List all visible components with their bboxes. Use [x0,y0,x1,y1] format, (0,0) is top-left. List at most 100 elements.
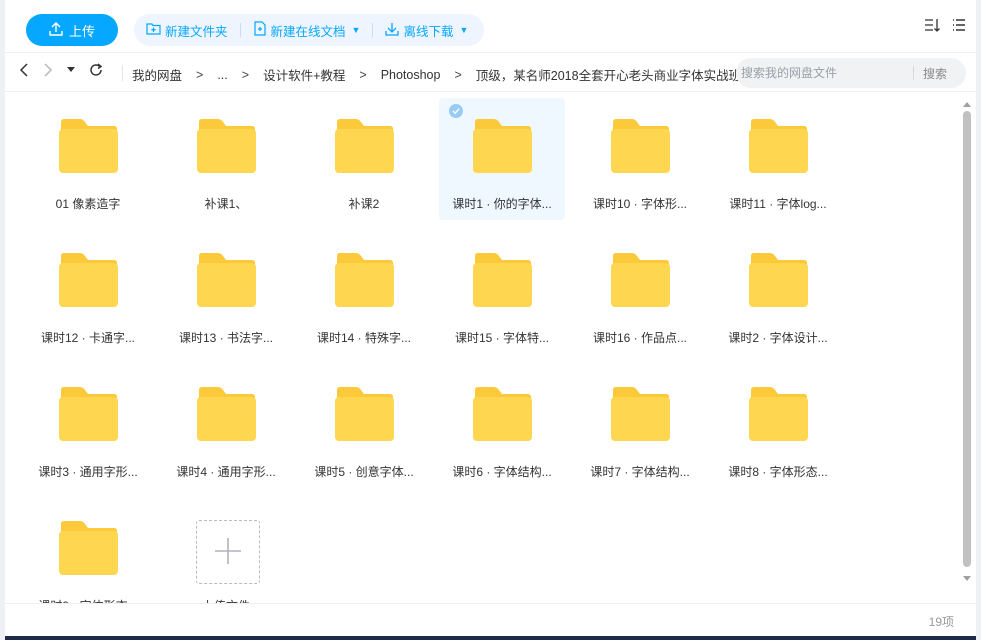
checkmark-icon[interactable] [449,104,463,118]
folder-item[interactable]: 课时14 · 特殊字... [301,232,427,354]
folder-icon [610,118,670,174]
plus-icon [214,537,242,568]
breadcrumb-item[interactable]: Photoshop [381,68,441,82]
folder-name: 课时10 · 字体形... [592,197,687,211]
folder-item[interactable]: 课时7 · 字体结构... [577,366,703,488]
search-box: 搜索 [736,58,966,88]
folder-name: 课时6 · 字体结构... [452,465,552,479]
nav-divider [122,65,123,81]
folder-item[interactable]: 补课1、 [163,98,289,220]
toolbar: 上传 新建文件夹 新建在线文档 ▼ 离线下载 ▼ [5,0,976,56]
folder-name: 课时4 · 通用字形... [176,465,276,479]
folder-icon [610,252,670,308]
search-button[interactable]: 搜索 [923,65,947,82]
new-folder-button[interactable]: 新建文件夹 [146,21,228,40]
folder-item[interactable]: 课时10 · 字体形... [577,98,703,220]
folder-item[interactable]: 01 像素造字 [25,98,151,220]
folder-icon [472,252,532,308]
breadcrumb: 我的网盘 > ... > 设计软件+教程 > Photoshop > 顶级，某名… [132,65,776,84]
folder-icon [748,252,808,308]
item-count: 19项 [928,615,954,629]
scroll-down-icon[interactable] [963,571,971,585]
view-controls [924,18,966,32]
toolbar-actions: 新建文件夹 新建在线文档 ▼ 离线下载 ▼ [134,14,484,46]
breadcrumb-separator: > [241,67,250,82]
file-grid-area: 01 像素造字 补课1、 补课2 课时1 · 你的字体... 课时10 · 字体形...… [5,93,960,603]
caret-down-icon: ▼ [459,25,469,35]
status-bar: 19项 [5,603,976,636]
caret-down-icon: ▼ [351,25,361,35]
folder-icon [58,118,118,174]
folder-name: 课时5 · 创意字体... [314,465,414,479]
folder-item[interactable]: 课时11 · 字体log... [715,98,841,220]
sort-icon[interactable] [924,18,940,32]
breadcrumb-item[interactable]: 我的网盘 [132,65,182,84]
folder-item[interactable]: 课时13 · 书法字... [163,232,289,354]
folder-icon [748,118,808,174]
folder-name: 课时14 · 特殊字... [316,331,411,345]
breadcrumb-separator: > [454,67,462,82]
new-folder-label: 新建文件夹 [165,24,228,39]
folder-name: 课时16 · 作品点... [592,331,687,345]
back-icon[interactable] [19,63,29,77]
breadcrumb-separator: > [359,67,367,82]
folder-item[interactable]: 课时9 · 字体形态... [25,500,151,603]
folder-name: 课时1 · 你的字体... [452,197,552,211]
folder-icon [334,386,394,442]
folder-icon [472,118,532,174]
vertical-scrollbar[interactable] [960,93,974,585]
new-online-doc-button[interactable]: 新建在线文档 ▼ [253,21,361,40]
forward-icon[interactable] [43,63,53,77]
folder-name: 课时7 · 字体结构... [590,465,690,479]
folder-name: 课时12 · 卡通字... [40,331,135,345]
search-divider [913,66,914,80]
add-box[interactable] [196,520,260,584]
breadcrumb-item[interactable]: ... [217,68,227,82]
folder-icon [748,386,808,442]
folder-item[interactable]: 课时4 · 通用字形... [163,366,289,488]
scroll-thumb[interactable] [963,111,971,567]
offline-download-button[interactable]: 离线下载 ▼ [385,21,468,40]
toolbar-divider [239,23,241,37]
offline-download-label: 离线下载 [403,24,454,39]
scroll-up-icon[interactable] [963,97,971,111]
folder-name: 课时3 · 通用字形... [38,465,138,479]
folder-name: 补课1、 [204,197,248,211]
folder-icon [472,386,532,442]
folder-icon [196,118,256,174]
list-view-icon[interactable] [952,18,966,32]
folder-item[interactable]: 课时6 · 字体结构... [439,366,565,488]
refresh-icon[interactable] [89,63,103,77]
folder-name: 课时8 · 字体形态... [728,465,828,479]
folder-item[interactable]: 补课2 [301,98,427,220]
new-folder-icon [146,22,161,38]
folder-item[interactable]: 课时3 · 通用字形... [25,366,151,488]
folder-icon [58,520,118,576]
nav-buttons [19,63,103,77]
folder-item[interactable]: 课时2 · 字体设计... [715,232,841,354]
download-icon [385,22,400,39]
folder-name: 课时15 · 字体特... [454,331,549,345]
history-dropdown-icon[interactable] [67,67,75,73]
folder-item[interactable]: 课时5 · 创意字体... [301,366,427,488]
folder-name: 课时11 · 字体log... [729,197,827,211]
upload-icon [49,21,63,39]
new-doc-icon [253,21,267,39]
upload-file-tile[interactable]: 上传文件 [163,500,289,603]
folder-icon [58,386,118,442]
window-right-edge [976,0,981,640]
folder-item[interactable]: 课时8 · 字体形态... [715,366,841,488]
breadcrumb-item[interactable]: 设计软件+教程 [263,65,345,84]
search-input[interactable] [737,59,913,87]
folder-item[interactable]: 课时16 · 作品点... [577,232,703,354]
breadcrumb-item-current[interactable]: 顶级，某名师2018全套开心老头商业字体实战班 [476,65,741,84]
folder-item[interactable]: 课时15 · 字体特... [439,232,565,354]
folder-item[interactable]: 课时12 · 卡通字... [25,232,151,354]
file-manager-window: 上传 新建文件夹 新建在线文档 ▼ 离线下载 ▼ 我的网盘 > ... > 设计… [5,0,976,636]
folder-name: 01 像素造字 [55,197,121,211]
upload-button[interactable]: 上传 [26,14,118,46]
upload-label: 上传 [68,23,95,39]
folder-icon [334,252,394,308]
folder-name: 补课2 [348,197,380,211]
folder-item[interactable]: 课时1 · 你的字体... [439,98,565,220]
